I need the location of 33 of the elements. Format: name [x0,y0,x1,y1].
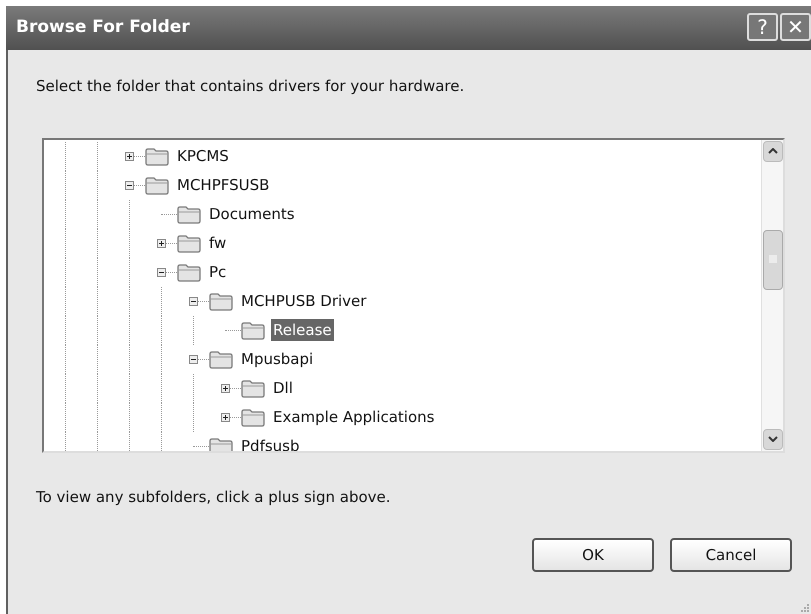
chevron-up-icon [768,148,778,154]
collapse-icon[interactable] [156,268,166,276]
window-title: Browse For Folder [16,16,190,40]
expand-icon[interactable] [156,238,166,248]
folder-label[interactable]: Documents [207,202,297,226]
hint-text: To view any subfolders, click a plus sign above. [36,486,392,508]
scroll-thumb[interactable] [763,230,783,290]
folder-label[interactable]: Dll [271,376,295,400]
close-button[interactable]: ✕ [780,13,811,41]
folder-label[interactable]: Example Applications [271,406,436,428]
ok-button[interactable]: OK [532,538,654,572]
folder-label[interactable]: KPCMS [175,144,231,168]
grip-icon [769,255,777,264]
collapse-icon[interactable] [188,354,198,364]
expand-icon[interactable] [220,384,230,392]
folder-label[interactable]: MCHPFSUSB [175,174,272,196]
collapse-icon[interactable] [124,180,134,190]
folder-label[interactable]: fw [207,232,228,254]
scrollbar[interactable] [761,140,783,450]
expand-icon[interactable] [220,412,230,422]
folder-label[interactable]: Mpusbapi [239,348,316,370]
collapse-icon[interactable] [188,296,198,306]
scroll-up-button[interactable] [763,140,783,162]
folder-label[interactable]: Release [271,318,334,342]
folder-label[interactable]: MCHPUSB Driver [239,290,368,312]
expand-icon[interactable] [124,152,134,160]
folder-label[interactable]: Pc [207,260,228,284]
chevron-down-icon [768,436,778,442]
instruction-text: Select the folder that contains drivers for your hardware. [36,76,466,97]
resize-grip-icon[interactable] [801,604,809,612]
cancel-button[interactable]: Cancel [670,538,792,572]
scroll-down-button[interactable] [763,428,783,450]
help-button[interactable]: ? [747,13,778,41]
